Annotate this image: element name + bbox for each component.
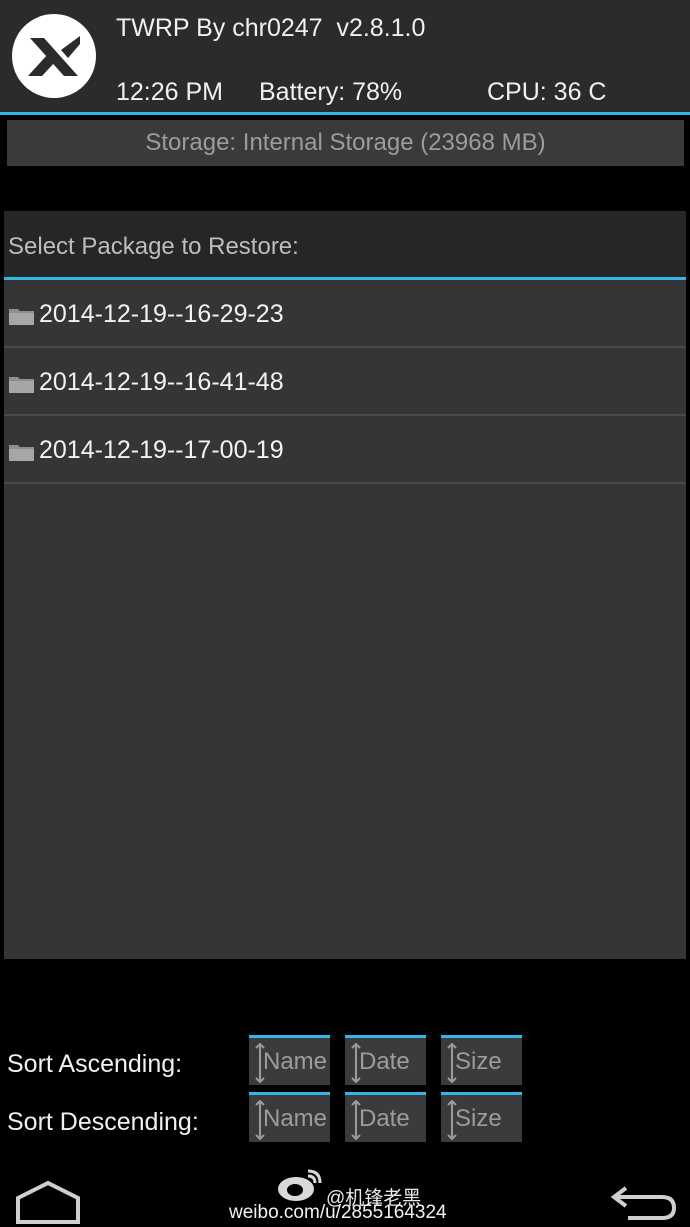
- sort-descending-label: Sort Descending:: [7, 1108, 199, 1136]
- weibo-logo-icon: [278, 1169, 322, 1201]
- sort-ascending-label: Sort Ascending:: [7, 1050, 183, 1078]
- cpu-temperature: CPU: 36 C: [487, 78, 607, 106]
- sort-ascending-size-button[interactable]: Size: [441, 1035, 522, 1085]
- sort-descending-date-button[interactable]: Date: [345, 1092, 426, 1142]
- home-icon[interactable]: [14, 1180, 82, 1224]
- sort-button-label: Size: [455, 1048, 502, 1075]
- header-divider: [0, 112, 690, 115]
- package-list-panel: Select Package to Restore: 2014-12-19--1…: [4, 211, 686, 959]
- package-list-item[interactable]: 2014-12-19--17-00-19: [4, 416, 686, 484]
- sort-ascending-name-button[interactable]: Name: [249, 1035, 330, 1085]
- package-name: 2014-12-19--17-00-19: [39, 436, 284, 464]
- sort-button-label: Date: [359, 1105, 410, 1132]
- sort-ascending-date-button[interactable]: Date: [345, 1035, 426, 1085]
- folder-icon: [9, 377, 34, 393]
- package-list-title: Select Package to Restore:: [8, 233, 299, 260]
- package-name: 2014-12-19--16-29-23: [39, 300, 284, 328]
- folder-icon: [9, 445, 34, 461]
- twrp-logo-icon: [12, 14, 96, 98]
- back-icon[interactable]: [608, 1180, 678, 1222]
- storage-select-button[interactable]: Storage: Internal Storage (23968 MB): [7, 120, 684, 166]
- sort-descending-size-button[interactable]: Size: [441, 1092, 522, 1142]
- package-list-item[interactable]: 2014-12-19--16-29-23: [4, 280, 686, 348]
- folder-icon: [9, 309, 34, 325]
- battery-status: Battery: 78%: [259, 78, 403, 106]
- sort-button-label: Name: [263, 1105, 328, 1132]
- app-title: TWRP By chr0247 v2.8.1.0: [116, 14, 426, 42]
- header-bar: TWRP By chr0247 v2.8.1.0 12:26 PM Batter…: [0, 0, 690, 114]
- clock: 12:26 PM: [116, 78, 224, 106]
- watermark-url: weibo.com/u/2855164324: [229, 1202, 447, 1223]
- package-list-header: Select Package to Restore:: [4, 211, 686, 277]
- sort-descending-name-button[interactable]: Name: [249, 1092, 330, 1142]
- storage-label: Storage: Internal Storage (23968 MB): [145, 129, 546, 156]
- sort-button-label: Name: [263, 1048, 328, 1075]
- package-name: 2014-12-19--16-41-48: [39, 368, 284, 396]
- sort-button-label: Date: [359, 1048, 410, 1075]
- sort-button-label: Size: [455, 1105, 502, 1132]
- package-list-item[interactable]: 2014-12-19--16-41-48: [4, 348, 686, 416]
